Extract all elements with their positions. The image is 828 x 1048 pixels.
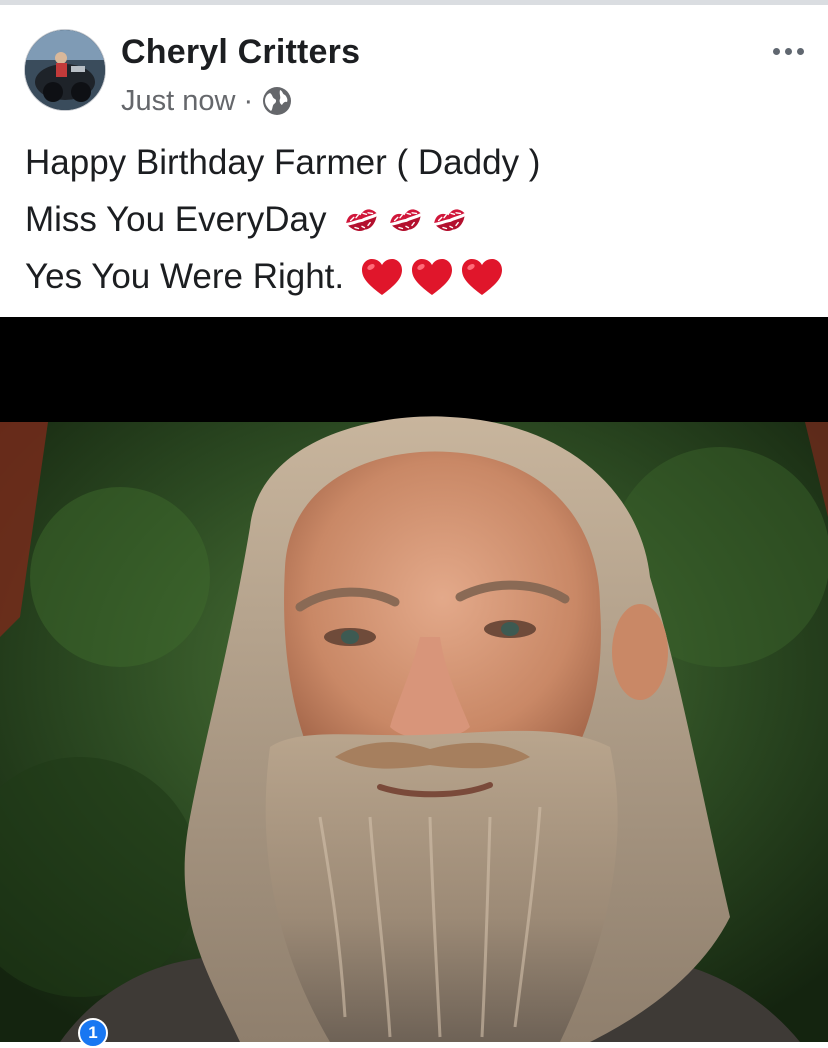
- red-heart-icon: [362, 258, 403, 295]
- feed-post: Cheryl Critters Just now · Happy Birthda…: [0, 5, 828, 1042]
- kiss-mark-icon: [433, 208, 465, 231]
- kiss-emoji-group: [337, 206, 469, 234]
- heart-emoji-group: [354, 257, 504, 297]
- globe-icon[interactable]: [261, 85, 293, 117]
- message-line-2: Miss You EveryDay: [25, 191, 805, 248]
- notification-badge[interactable]: 1: [78, 1018, 108, 1048]
- red-heart-icon: [412, 258, 453, 295]
- post-meta: Just now ·: [121, 83, 293, 119]
- message-line-1: Happy Birthday Farmer ( Daddy ): [25, 134, 805, 191]
- menu-dot: [784, 47, 792, 55]
- post-timestamp[interactable]: Just now: [121, 85, 235, 118]
- meta-separator: ·: [243, 84, 254, 117]
- message-text-1: Happy Birthday Farmer ( Daddy ): [25, 143, 541, 182]
- more-options-icon[interactable]: [768, 37, 808, 65]
- post-photo[interactable]: [0, 317, 828, 1042]
- avatar-image: [25, 30, 105, 110]
- menu-dot: [796, 47, 804, 55]
- author-name[interactable]: Cheryl Critters: [121, 33, 360, 72]
- menu-dot: [772, 47, 780, 55]
- author-avatar[interactable]: [24, 29, 106, 111]
- portrait-photo: [0, 317, 828, 1042]
- message-text-2: Miss You EveryDay: [25, 200, 327, 239]
- message-line-3: Yes You Were Right.: [25, 248, 805, 305]
- message-text-3: Yes You Were Right.: [25, 257, 345, 296]
- kiss-mark-icon: [389, 208, 421, 231]
- post-message: Happy Birthday Farmer ( Daddy ) Miss You…: [25, 134, 805, 305]
- kiss-mark-icon: [345, 208, 377, 231]
- red-heart-icon: [462, 258, 503, 295]
